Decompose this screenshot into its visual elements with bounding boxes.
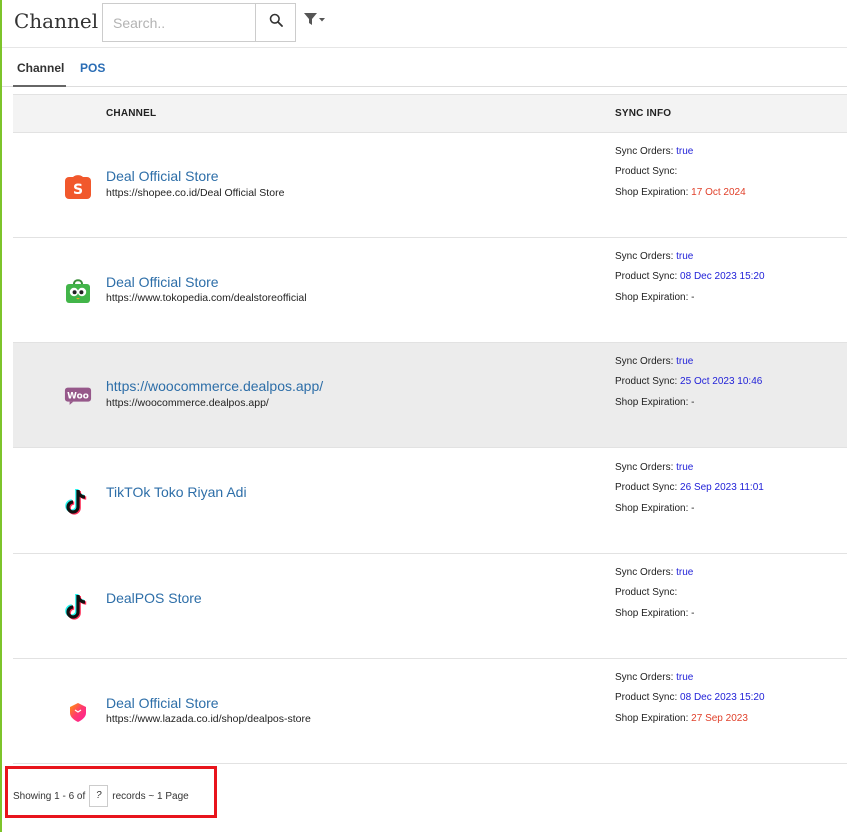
left-accent-bar (0, 0, 2, 832)
tab-bar: Channel POS (2, 49, 847, 87)
table-row[interactable]: DealPOS Store Sync Orders: true Product … (13, 554, 847, 659)
tiktok-icon (64, 488, 92, 516)
channel-name-link[interactable]: Deal Official Store (106, 695, 219, 711)
product-sync: Product Sync: 25 Oct 2023 10:46 (615, 376, 763, 387)
channel-name-link[interactable]: DealPOS Store (106, 590, 202, 606)
filter-icon (303, 11, 327, 32)
table-header: CHANNEL SYNC INFO (13, 94, 847, 133)
search-input[interactable] (102, 3, 255, 42)
column-header-sync-info: SYNC INFO (615, 108, 672, 119)
search-icon (269, 13, 283, 32)
shop-expiration: Shop Expiration: - (615, 397, 695, 408)
channel-url: https://shopee.co.id/Deal Official Store (106, 187, 285, 199)
shop-expiration: Shop Expiration: - (615, 292, 695, 303)
header: Channel (2, 0, 847, 48)
sync-orders: Sync Orders: true (615, 672, 694, 683)
records-page-text: records ~ 1 Page (112, 790, 189, 802)
tokopedia-icon (64, 277, 92, 305)
shop-expiration: Shop Expiration: - (615, 608, 695, 619)
filter-button[interactable] (302, 10, 328, 32)
tab-channel[interactable]: Channel (17, 61, 64, 75)
channel-name-link[interactable]: Deal Official Store (106, 274, 219, 290)
pagination-summary: Showing 1 - 6 of ? records ~ 1 Page (13, 785, 189, 807)
svg-text:Woo: Woo (67, 391, 89, 401)
channel-name-link[interactable]: https://woocommerce.dealpos.app/ (106, 378, 323, 394)
channel-url: https://woocommerce.dealpos.app/ (106, 397, 269, 409)
active-tab-indicator (13, 85, 66, 87)
sync-orders: Sync Orders: true (615, 567, 694, 578)
table-row[interactable]: Woo https://woocommerce.dealpos.app/ htt… (13, 343, 847, 448)
pagination-summary-highlight: Showing 1 - 6 of ? records ~ 1 Page (5, 766, 217, 818)
sync-orders: Sync Orders: true (615, 146, 694, 157)
svg-text:S: S (73, 182, 83, 198)
table-row[interactable]: S Deal Official Store https://shopee.co.… (13, 133, 847, 238)
showing-text: Showing 1 - 6 of (13, 790, 86, 802)
total-records-box: ? (89, 785, 109, 807)
shop-expiration: Shop Expiration: 27 Sep 2023 (615, 713, 748, 724)
column-header-channel: CHANNEL (106, 108, 157, 119)
lazada-icon (64, 698, 92, 726)
channel-url: https://www.tokopedia.com/dealstoreoffic… (106, 292, 307, 304)
sync-orders: Sync Orders: true (615, 251, 694, 262)
product-sync: Product Sync: 08 Dec 2023 15:20 (615, 271, 765, 282)
product-sync: Product Sync: (615, 587, 678, 598)
product-sync: Product Sync: 26 Sep 2023 11:01 (615, 482, 764, 493)
table-row[interactable]: Deal Official Store https://www.tokopedi… (13, 238, 847, 343)
sync-orders: Sync Orders: true (615, 462, 694, 473)
tab-pos[interactable]: POS (80, 61, 105, 75)
shop-expiration: Shop Expiration: 17 Oct 2024 (615, 187, 746, 198)
table-row[interactable]: Deal Official Store https://www.lazada.c… (13, 659, 847, 764)
channel-name-link[interactable]: Deal Official Store (106, 168, 219, 184)
page-title: Channel (14, 9, 99, 33)
product-sync: Product Sync: (615, 166, 678, 177)
channel-name-link[interactable]: TikTOk Toko Riyan Adi (106, 484, 247, 500)
shopee-icon: S (64, 172, 92, 200)
search-button[interactable] (255, 3, 296, 42)
table-row[interactable]: TikTOk Toko Riyan Adi Sync Orders: true … (13, 449, 847, 554)
product-sync: Product Sync: 08 Dec 2023 15:20 (615, 692, 765, 703)
sync-orders: Sync Orders: true (615, 356, 694, 367)
tiktok-icon (64, 593, 92, 621)
shop-expiration: Shop Expiration: - (615, 503, 695, 514)
woocommerce-icon: Woo (64, 382, 92, 410)
channel-url: https://www.lazada.co.id/shop/dealpos-st… (106, 713, 311, 725)
